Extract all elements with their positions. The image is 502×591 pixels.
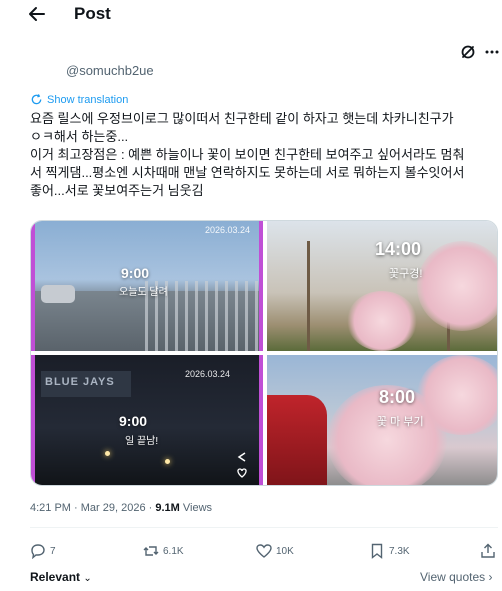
stadium-sign: BLUE JAYS [41, 371, 131, 397]
media-tile-1[interactable]: 2026.03.24 9:00 오늘도 달려 [31, 221, 263, 351]
like-count: 10K [276, 545, 294, 557]
tile-date: 2026.03.24 [205, 225, 251, 235]
post-text-line: 이거 최고장점은 : 예쁜 하늘이나 꽃이 보이면 친구한테 보여주고 싶어서라… [30, 147, 465, 162]
tile-time: 8:00 [379, 387, 416, 407]
share-button[interactable] [480, 543, 496, 559]
reply-button[interactable]: 7 [30, 543, 56, 559]
like-button[interactable]: 10K [256, 543, 294, 559]
divider [30, 527, 498, 528]
story-actions-icon [237, 452, 247, 478]
tile-caption: 꽃 마 부기 [377, 416, 424, 428]
translate-icon [31, 94, 42, 105]
post-text: 요즘 릴스에 우정브이로그 많이떠서 친구한테 같이 하자고 햇는데 차카니친구… [30, 110, 498, 200]
show-translation-link[interactable]: Show translation [30, 93, 128, 106]
heart-icon [256, 544, 272, 558]
share-icon [481, 543, 495, 558]
sort-label: Relevant [30, 570, 81, 584]
bookmark-button[interactable]: 7.3K [369, 543, 410, 559]
blossom-cluster [417, 241, 497, 331]
tile-time: 9:00 [121, 265, 150, 281]
tile-caption: 오늘도 달려 [119, 287, 168, 298]
media-tile-2[interactable]: BLUE JAYS 2026.03.24 9:00 일 끝남! [31, 355, 263, 485]
show-translation-label: Show translation [47, 93, 129, 106]
author-handle[interactable]: @somuchb2ue [66, 63, 154, 78]
page-title: Post [74, 4, 111, 23]
bookmark-count: 7.3K [389, 545, 410, 557]
post-text-line: 서 찍게댐...평소엔 시차때매 맨날 연락하지도 못하는데 서로 뭐하는지 볼… [30, 165, 465, 180]
car-shape [41, 285, 75, 303]
tree-trunk [307, 241, 310, 351]
views-label: Views [179, 502, 213, 514]
blossom-cluster [347, 291, 417, 351]
bookmark-icon [371, 543, 383, 559]
street-lamp [105, 451, 110, 456]
media-grid: 2026.03.24 9:00 오늘도 달려 BLUE JAYS 2026.03… [30, 220, 498, 486]
tile-time: 14:00 [375, 239, 422, 259]
tile-date: 2026.03.24 [185, 369, 231, 379]
view-quotes-link[interactable]: View quotes › [420, 570, 493, 584]
post-text-line: 좋어...서로 꽃보여주는거 님웃김 [30, 183, 204, 198]
action-bar: 7 6.1K 10K 7.3K [30, 543, 498, 561]
post-timestamp[interactable]: 4:21 PM · Mar 29, 2026 · [30, 502, 155, 514]
reply-count: 7 [50, 545, 56, 557]
tile-caption: 꽃구경! [389, 268, 423, 280]
sort-dropdown[interactable]: Relevant ⌄ [30, 570, 92, 584]
post-header: Post [0, 0, 502, 30]
tile-time: 9:00 [119, 413, 148, 429]
tile-caption: 일 끝남! [125, 436, 159, 447]
post-text-line: 요즘 릴스에 우정브이로그 많이떠서 친구한테 같이 하자고 햇는데 차카니친구… [30, 111, 454, 126]
grok-icon[interactable] [460, 44, 476, 60]
media-tile-3[interactable]: 14:00 꽃구경! [267, 221, 497, 351]
street-lamp [165, 459, 170, 464]
repost-count: 6.1K [163, 545, 184, 557]
arrow-left-icon[interactable] [28, 6, 46, 22]
post-text-line: ㅇㅋ해서 하는중... [30, 129, 129, 144]
reply-icon [31, 544, 45, 559]
view-quotes-label: View quotes [420, 570, 486, 584]
media-tile-4[interactable]: 8:00 꽃 마 부기 [267, 355, 497, 485]
blossom-cluster [417, 355, 497, 435]
more-options-icon[interactable] [484, 44, 500, 60]
repost-icon [143, 546, 159, 556]
views-count: 9.1M [155, 502, 180, 514]
red-car [267, 395, 327, 485]
post-meta: 4:21 PM · Mar 29, 2026 · 9.1M Views [30, 502, 212, 514]
chevron-right-icon: › [488, 570, 493, 584]
repost-button[interactable]: 6.1K [143, 543, 184, 559]
chevron-down-icon: ⌄ [83, 573, 92, 584]
